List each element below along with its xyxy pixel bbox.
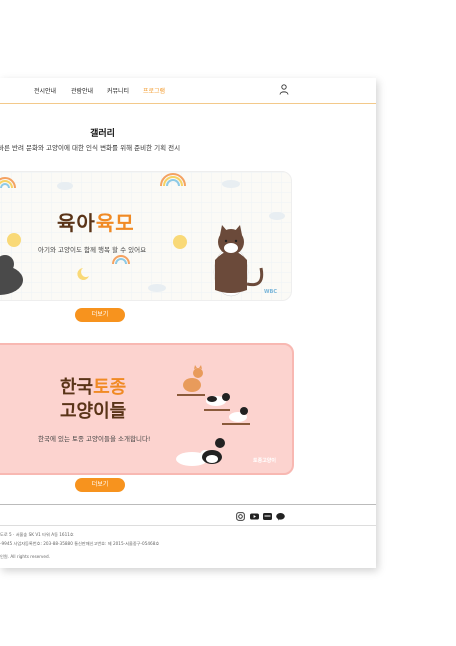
footer-divider <box>0 504 376 505</box>
instagram-icon[interactable] <box>236 512 245 521</box>
footer-subdivider <box>0 525 376 526</box>
banner-parenting-subtitle: 아기와 고양이도 함께 행복 할 수 있어요 <box>38 246 147 254</box>
banner-korean-cats-title-line2: 고양이들 <box>60 401 127 422</box>
page-title: 갤러리 <box>90 129 115 139</box>
banner-korean-cats-title-line1: 한국토종 <box>60 377 127 398</box>
page-subtitle: 올바른 반려 문화와 고양이에 대한 인식 변화를 위해 준비한 기획 전시 <box>0 144 181 152</box>
banner-parenting[interactable]: 육아육모 아기와 고양이도 함께 행복 할 수 있어요 WBC <box>0 171 292 301</box>
footer-copyright: 인원. All rights reserved. <box>0 554 50 559</box>
nav-item-visit[interactable]: 관람안내 <box>71 86 93 95</box>
footer-business-info: -9945 사업자등록번호: 203-88-35880 통신판매신고번호: 제 … <box>0 541 160 546</box>
banner-parenting-title: 육아육모 <box>57 211 135 235</box>
nav-item-program[interactable]: 프로그램 <box>143 86 165 95</box>
top-navigation: 전시안내 관람안내 커뮤니티 프로그램 <box>0 78 376 104</box>
footer-address: 도로 5 · 서울숲 SK V1 타워 A동 1611호 <box>0 532 74 537</box>
banner-korean-cats-brand: 토종고양이 <box>253 458 277 464</box>
user-icon[interactable] <box>279 84 289 95</box>
nav-item-community[interactable]: 커뮤니티 <box>107 86 129 95</box>
kakaotalk-icon[interactable] <box>276 512 285 521</box>
banner-korean-cats-illustration <box>176 365 250 466</box>
blog-icon[interactable] <box>263 512 272 521</box>
nav-item-exhibition[interactable]: 전시안내 <box>34 86 56 95</box>
banner-korean-cats-subtitle: 한국에 있는 토종 고양이들을 소개합니다! <box>38 435 151 443</box>
banner-parenting-more-button[interactable]: 더보기 <box>75 308 125 322</box>
youtube-icon[interactable] <box>250 512 259 521</box>
banner-korean-cats[interactable]: 한국토종 고양이들 한국에 있는 토종 고양이들을 소개합니다! 토종고양이 <box>0 343 294 475</box>
banner-parenting-brand: WBC <box>264 289 277 295</box>
page-window: 전시안내 관람안내 커뮤니티 프로그램 갤러리 올바른 반려 문화와 고양이에 … <box>0 78 376 568</box>
banner-korean-cats-more-button[interactable]: 더보기 <box>75 478 125 492</box>
banner-parenting-illustration <box>0 173 285 297</box>
